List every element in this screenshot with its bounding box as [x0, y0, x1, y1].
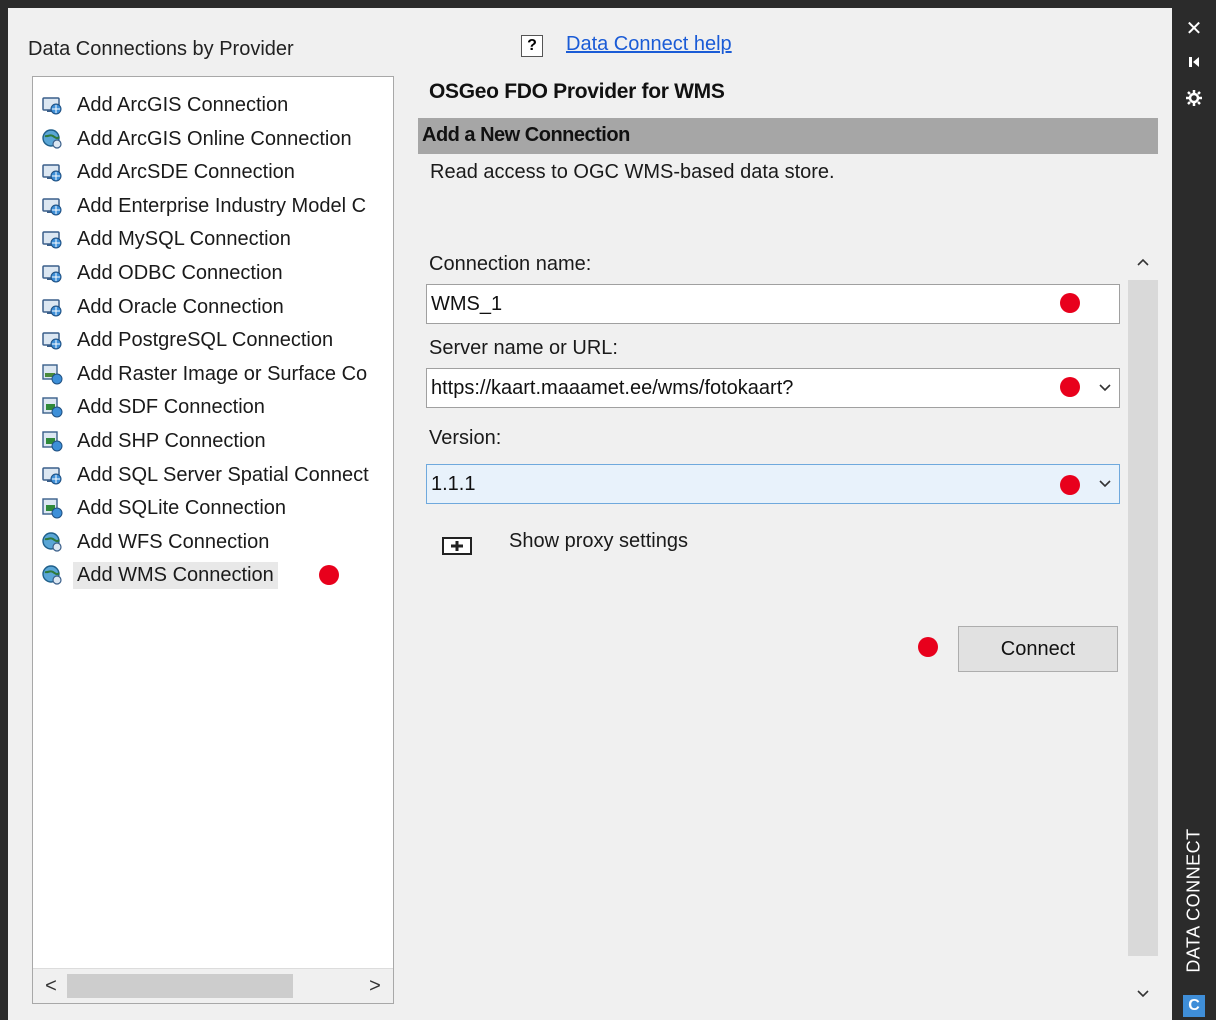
provider-item-label: Add Enterprise Industry Model C — [77, 194, 367, 217]
provider-item-label: Add ODBC Connection — [77, 261, 283, 284]
database-globe-icon — [42, 265, 62, 283]
marker-dot — [1060, 377, 1080, 397]
marker-dot — [1060, 293, 1080, 313]
marker-dot — [319, 565, 339, 585]
add-connection-header-text: Add a New Connection — [422, 124, 630, 146]
server-url-combobox[interactable]: https://kaart.maaamet.ee/wms/fotokaart? — [426, 368, 1120, 408]
provider-item[interactable]: Add PostgreSQL Connection — [41, 324, 333, 356]
file-data-icon — [42, 498, 63, 519]
provider-title: OSGeo FDO Provider for WMS — [429, 80, 725, 103]
provider-description: Read access to OGC WMS-based data store. — [430, 161, 835, 183]
scroll-left-arrow-icon[interactable]: < — [39, 975, 63, 997]
provider-list: Add ArcGIS Connection Add ArcGIS Online C… — [32, 76, 394, 1004]
plus-box-icon — [442, 537, 472, 555]
vertical-scrollbar[interactable] — [1128, 248, 1158, 1008]
chevron-down-icon[interactable] — [1097, 379, 1113, 395]
provider-item[interactable]: Add Oracle Connection — [41, 291, 284, 323]
globe-connection-icon — [42, 129, 62, 149]
data-connect-help-link[interactable]: Data Connect help — [566, 33, 732, 56]
scroll-down-arrow-icon[interactable] — [1128, 978, 1158, 1008]
provider-item[interactable]: Add MySQL Connection — [41, 223, 291, 255]
database-globe-icon — [42, 467, 62, 485]
scrollbar-thumb[interactable] — [67, 974, 293, 998]
provider-item[interactable]: Add SQL Server Spatial Connect — [41, 459, 369, 491]
provider-item[interactable]: Add ArcGIS Connection — [41, 89, 288, 121]
version-label: Version: — [429, 427, 502, 449]
provider-item-label: Add ArcGIS Connection — [77, 93, 289, 116]
version-select[interactable]: 1.1.1 — [426, 464, 1120, 504]
globe-connection-icon — [42, 532, 62, 552]
marker-dot — [1060, 475, 1080, 495]
scroll-up-arrow-icon[interactable] — [1128, 248, 1158, 278]
palette-title: DATA CONNECT — [1176, 820, 1212, 980]
server-url-value: https://kaart.maaamet.ee/wms/fotokaart? — [431, 377, 794, 399]
provider-item[interactable]: Add SDF Connection — [41, 391, 265, 423]
database-globe-icon — [42, 299, 62, 317]
connect-button[interactable]: Connect — [958, 626, 1118, 672]
provider-item[interactable]: Add SHP Connection — [41, 425, 266, 457]
section-title: Data Connections by Provider — [28, 38, 294, 60]
scroll-right-arrow-icon[interactable]: > — [363, 975, 387, 997]
globe-connection-icon — [42, 565, 62, 585]
add-connection-header: Add a New Connection — [418, 118, 1158, 154]
auto-hide-icon[interactable] — [1172, 48, 1216, 76]
provider-item-label: Add PostgreSQL Connection — [77, 328, 334, 351]
database-globe-icon — [42, 231, 62, 249]
provider-item-label: Add SDF Connection — [77, 395, 265, 418]
connection-name-input[interactable]: WMS_1 — [426, 284, 1120, 324]
provider-item[interactable]: Add Enterprise Industry Model C — [41, 190, 366, 222]
connection-name-label: Connection name: — [429, 253, 592, 275]
help-icon[interactable]: ? — [521, 35, 543, 57]
provider-item[interactable]: Add ODBC Connection — [41, 257, 283, 289]
provider-item-label: Add ArcSDE Connection — [77, 160, 295, 183]
provider-item-label: Add WFS Connection — [77, 530, 270, 553]
database-globe-icon — [42, 198, 62, 216]
provider-item-label: Add WMS Connection — [73, 561, 278, 589]
provider-item[interactable]: Add Raster Image or Surface Co — [41, 358, 367, 390]
provider-item[interactable]: Add SQLite Connection — [41, 492, 286, 524]
chevron-down-icon[interactable] — [1097, 475, 1113, 491]
provider-item[interactable]: Add WMS Connection — [41, 559, 278, 591]
file-data-icon — [42, 397, 63, 418]
provider-item-label: Add Raster Image or Surface Co — [77, 362, 368, 385]
provider-item-label: Add SQL Server Spatial Connect — [77, 463, 369, 486]
provider-item-label: Add SHP Connection — [77, 429, 266, 452]
provider-item-label: Add MySQL Connection — [77, 227, 291, 250]
properties-gear-icon[interactable] — [1172, 84, 1216, 112]
app-badge-icon: C — [1183, 995, 1205, 1017]
database-globe-icon — [42, 332, 62, 350]
connection-name-value: WMS_1 — [431, 293, 503, 315]
provider-item[interactable]: Add ArcSDE Connection — [41, 156, 295, 188]
provider-item[interactable]: Add ArcGIS Online Connection — [41, 123, 352, 155]
database-globe-icon — [42, 97, 62, 115]
scrollbar-track[interactable] — [1128, 280, 1158, 956]
palette-title-text: DATA CONNECT — [1183, 827, 1204, 973]
file-data-icon — [42, 431, 63, 452]
database-globe-icon — [42, 164, 62, 182]
provider-item-label: Add SQLite Connection — [77, 496, 287, 519]
proxy-settings-label[interactable]: Show proxy settings — [509, 530, 688, 553]
data-connect-panel: Data Connections by Provider ? Data Conn… — [8, 8, 1172, 1020]
provider-item[interactable]: Add WFS Connection — [41, 526, 269, 558]
server-url-label: Server name or URL: — [429, 337, 618, 359]
raster-image-icon — [42, 364, 63, 385]
horizontal-scrollbar[interactable]: < > — [33, 968, 393, 1003]
provider-item-label: Add ArcGIS Online Connection — [77, 127, 352, 150]
version-value: 1.1.1 — [431, 473, 476, 495]
provider-item-label: Add Oracle Connection — [77, 295, 284, 318]
close-icon[interactable]: ✕ — [1172, 14, 1216, 42]
proxy-expand-toggle[interactable] — [440, 535, 474, 557]
marker-dot — [918, 637, 938, 657]
